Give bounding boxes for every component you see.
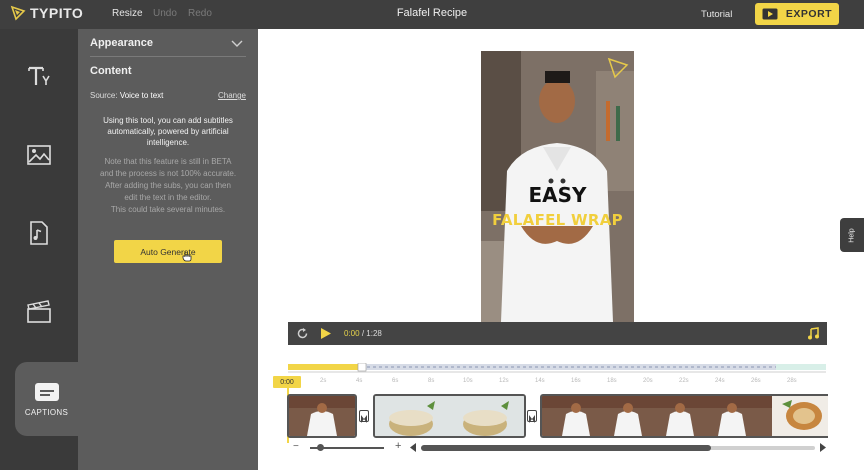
feature-description: Using this tool, you can add subtitles a… <box>103 116 233 147</box>
replay-icon[interactable] <box>296 327 309 340</box>
zoom-controls: − + <box>286 440 406 455</box>
tick-label: 2s <box>320 378 327 384</box>
tick-label: 8s <box>428 378 435 384</box>
divider <box>90 56 246 57</box>
image-tool-button[interactable] <box>0 120 78 190</box>
play-icon[interactable] <box>320 327 332 340</box>
beta-note: Note that this feature is still in BETA … <box>90 156 246 216</box>
note-line: edit the text in the editor. <box>124 193 212 202</box>
chevron-down-icon[interactable] <box>231 40 243 48</box>
transition-icon[interactable] <box>359 410 369 423</box>
tick-label: 12s <box>499 378 509 384</box>
zoom-slider-handle[interactable] <box>317 444 324 451</box>
tick-label: 16s <box>571 378 581 384</box>
export-video-icon <box>762 8 778 20</box>
audio-tool-button[interactable] <box>0 198 78 268</box>
timeline-track-bar[interactable] <box>286 363 828 375</box>
logo[interactable]: TYPITO <box>10 5 83 21</box>
content-heading: Content <box>90 65 132 77</box>
tool-sidebar: CAPTIONS <box>0 29 78 470</box>
source-row: Source: Voice to text <box>90 91 163 100</box>
note-line: Note that this feature is still in BETA <box>104 157 232 166</box>
tick-label: 26s <box>751 378 761 384</box>
captions-tool-button[interactable]: CAPTIONS <box>15 362 78 436</box>
tick-label: 20s <box>643 378 653 384</box>
timeline-clip[interactable] <box>287 394 357 438</box>
hand-cursor-icon <box>182 251 192 262</box>
brand-name: TYPITO <box>30 5 84 21</box>
time-separator: / <box>361 329 365 338</box>
export-label: EXPORT <box>785 8 833 20</box>
tick-label: 18s <box>607 378 617 384</box>
help-tab[interactable]: Help <box>840 218 864 252</box>
total-time: 1:28 <box>366 329 382 338</box>
image-icon <box>27 145 51 165</box>
timeline-ticks: 2s 4s 6s 8s 10s 12s 14s 16s 18s 20s 22s … <box>286 377 825 389</box>
change-source-link[interactable]: Change <box>218 91 246 100</box>
clapperboard-icon <box>27 300 51 323</box>
undo-button[interactable]: Undo <box>153 8 177 19</box>
clip-thumbnail <box>375 396 524 436</box>
source-label: Source: <box>90 91 118 100</box>
clip-thumbnail <box>542 396 828 436</box>
appearance-heading[interactable]: Appearance <box>90 37 153 49</box>
scroll-left-icon[interactable] <box>409 443 417 452</box>
transition-icon[interactable] <box>527 410 537 423</box>
zoom-out-button[interactable]: − <box>293 441 299 452</box>
tick-label: 14s <box>535 378 545 384</box>
tick-label: 6s <box>392 378 399 384</box>
tick-label: 28s <box>787 378 797 384</box>
clip-tool-button[interactable] <box>0 277 78 347</box>
tick-label: 22s <box>679 378 689 384</box>
player-controls: 0:00 / 1:28 <box>288 322 827 345</box>
music-file-icon <box>30 221 48 245</box>
tick-label: 10s <box>463 378 473 384</box>
source-value: Voice to text <box>119 91 164 100</box>
tick-label: 4s <box>356 378 363 384</box>
note-line: This could take several minutes. <box>110 205 226 214</box>
export-button[interactable]: EXPORT <box>755 3 839 25</box>
text-tool-button[interactable] <box>0 41 78 111</box>
note-line: After adding the subs, you can then <box>105 181 231 190</box>
top-bar: TYPITO Resize Undo Redo Falafel Recipe T… <box>0 0 864 29</box>
music-note-icon[interactable] <box>807 327 819 340</box>
timeline-clip[interactable] <box>373 394 526 438</box>
current-time: 0:00 <box>344 329 360 338</box>
note-line: and the process is not 100% accurate. <box>99 169 237 178</box>
captions-label: CAPTIONS <box>24 407 69 417</box>
scroll-right-icon[interactable] <box>819 443 827 452</box>
video-preview[interactable]: EASY FALAFEL WRAP <box>481 51 634 322</box>
scrollbar-thumb[interactable] <box>421 445 711 451</box>
timeline: 0:00 2s 4s 6s 8s 10s 12s 14s 16s 18s 20s… <box>273 363 828 470</box>
text-icon <box>28 66 50 85</box>
video-caption-line-1: EASY <box>528 183 587 207</box>
resize-button[interactable]: Resize <box>112 8 143 19</box>
zoom-in-button[interactable]: + <box>395 440 401 452</box>
video-caption-line-2: FALAFEL WRAP <box>492 211 623 229</box>
auto-generate-button[interactable]: Auto Generate <box>114 240 222 263</box>
clip-thumbnail <box>289 396 355 436</box>
redo-button[interactable]: Redo <box>188 8 212 19</box>
timeline-scrollbar[interactable] <box>409 441 828 455</box>
typito-logo-icon <box>10 5 26 21</box>
captions-icon <box>34 382 59 401</box>
captions-panel: Appearance Content Source: Voice to text… <box>78 29 258 470</box>
tick-label: 24s <box>715 378 725 384</box>
time-display: 0:00 / 1:28 <box>344 329 382 338</box>
timeline-clip[interactable] <box>540 394 828 438</box>
tutorial-link[interactable]: Tutorial <box>701 9 732 20</box>
help-label: Help <box>848 227 856 243</box>
